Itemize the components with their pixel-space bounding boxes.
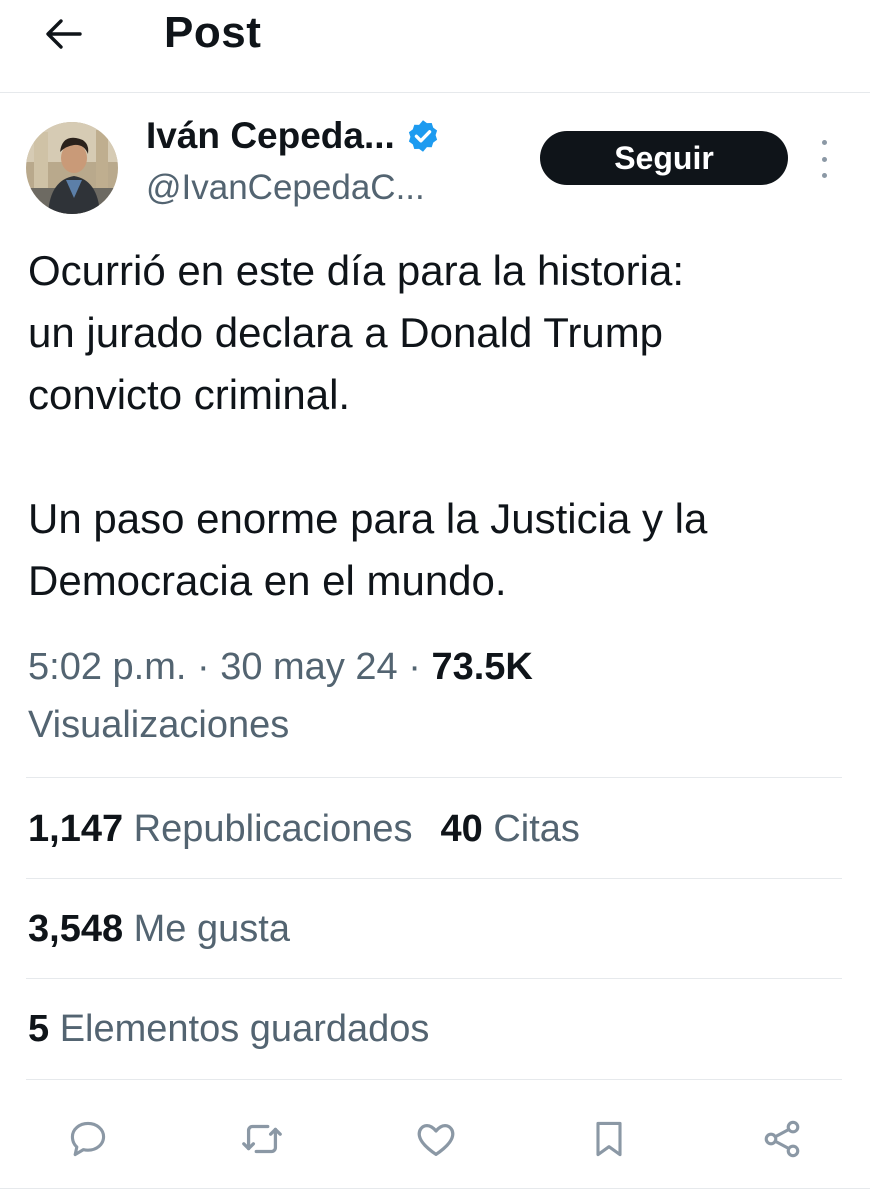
- repost-button[interactable]: [236, 1113, 288, 1165]
- tweet-line: Ocurrió en este día para la historia:: [28, 247, 685, 294]
- bookmark-icon: [596, 1121, 622, 1157]
- tweet-time[interactable]: 5:02 p.m.: [28, 646, 186, 688]
- quotes-link[interactable]: 40 Citas: [441, 808, 580, 850]
- page-title: Post: [164, 8, 262, 57]
- share-button[interactable]: [756, 1113, 808, 1165]
- author-name: Iván Cepeda...: [146, 115, 395, 156]
- author-handle[interactable]: @IvanCepedaC...: [146, 168, 425, 208]
- tweet-line: un jurado declara a Donald Trump: [28, 309, 664, 356]
- likes-label: Me gusta: [133, 908, 290, 950]
- top-bar: Post: [0, 0, 870, 93]
- views-label: Visualizaciones: [28, 704, 290, 746]
- reply-icon: [70, 1121, 106, 1157]
- back-button[interactable]: [40, 12, 88, 56]
- bookmark-button[interactable]: [583, 1113, 635, 1165]
- like-button[interactable]: [410, 1113, 462, 1165]
- avatar[interactable]: [26, 122, 118, 214]
- tweet-line: convicto criminal.: [28, 371, 351, 418]
- reposts-count: 1,147: [28, 808, 124, 850]
- quotes-count: 40: [440, 808, 483, 850]
- quotes-label: Citas: [493, 808, 580, 850]
- reposts-quotes-stat: 1,147 Republicaciones 40 Citas: [28, 808, 580, 851]
- divider: [26, 978, 842, 979]
- tweet-text: Ocurrió en este día para la historia: un…: [28, 240, 858, 612]
- tweet-line: Un paso enorme para la Justicia y la: [28, 495, 708, 542]
- divider: [26, 777, 842, 778]
- divider: [26, 1079, 842, 1080]
- tweet-meta: 5:02 p.m. · 30 may 24 · 73.5K Visualizac…: [28, 638, 858, 754]
- verified-badge-icon: [408, 120, 437, 152]
- meta-separator: ·: [408, 646, 421, 688]
- saves-stat[interactable]: 5 Elementos guardados: [28, 1008, 429, 1051]
- more-vertical-icon: [821, 140, 827, 145]
- reply-button[interactable]: [62, 1113, 114, 1165]
- author-name-row[interactable]: Iván Cepeda...: [146, 115, 441, 157]
- divider: [26, 878, 842, 879]
- saves-label: Elementos guardados: [59, 1008, 430, 1050]
- likes-count: 3,548: [28, 908, 124, 950]
- more-options-button[interactable]: [812, 140, 836, 178]
- reposts-link[interactable]: 1,147 Republicaciones: [28, 808, 413, 850]
- meta-separator: ·: [196, 646, 210, 688]
- saves-count: 5: [28, 1008, 50, 1050]
- reposts-label: Republicaciones: [133, 808, 413, 850]
- likes-stat[interactable]: 3,548 Me gusta: [28, 908, 290, 951]
- views-count: 73.5K: [431, 646, 533, 688]
- repost-icon: [242, 1124, 282, 1154]
- arrow-left-icon: [46, 19, 82, 49]
- follow-button[interactable]: Seguir: [540, 131, 788, 185]
- tweet-line: Democracia en el mundo.: [28, 557, 507, 604]
- action-bar: [0, 1105, 870, 1167]
- share-icon: [764, 1120, 800, 1158]
- like-icon: [417, 1123, 455, 1156]
- tweet-date[interactable]: 30 may 24: [220, 646, 397, 688]
- divider: [0, 1188, 870, 1189]
